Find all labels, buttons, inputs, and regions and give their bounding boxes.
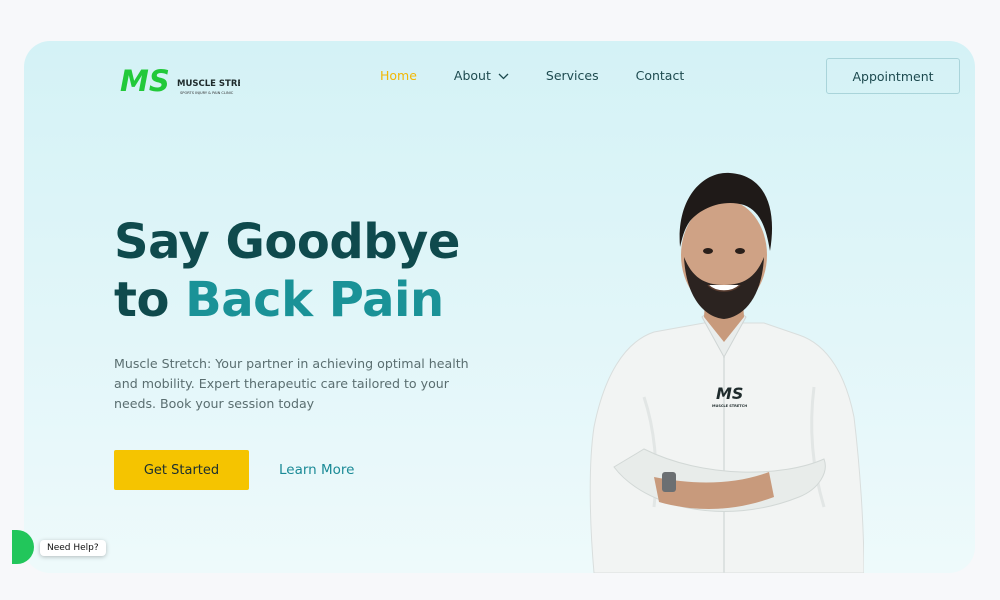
logo-name: MUSCLE STRETCH: [177, 79, 240, 89]
chevron-down-icon: [498, 73, 509, 79]
need-help-chip[interactable]: Need Help?: [40, 540, 106, 556]
nav-item-label: About: [453, 68, 491, 83]
hero-title-line1: Say Goodbye: [114, 214, 460, 270]
shirt-logo-name: MUSCLE STRETCH: [712, 404, 747, 408]
nav-item-label: Contact: [635, 68, 685, 83]
hero-title: Say Goodbye to Back Pain: [114, 213, 460, 329]
nav-item-label: Services: [545, 68, 599, 83]
hero-section: MS MUSCLE STRETCH SPORTS INJURY & PAIN C…: [24, 41, 975, 573]
get-started-button[interactable]: Get Started: [114, 450, 249, 490]
nav-item-label: Home: [380, 68, 417, 83]
main-nav: Home About Services Contact: [380, 68, 721, 84]
learn-more-link[interactable]: Learn More: [279, 462, 355, 478]
logo-letters: MS: [120, 64, 170, 97]
nav-item-home[interactable]: Home: [380, 68, 417, 84]
brand-logo[interactable]: MS MUSCLE STRETCH SPORTS INJURY & PAIN C…: [120, 63, 240, 97]
therapist-photo: MS MUSCLE STRETCH: [589, 172, 864, 573]
hero-title-prefix: to: [114, 272, 169, 328]
hero-title-accent: Back Pain: [185, 272, 444, 328]
nav-item-contact[interactable]: Contact: [636, 68, 685, 84]
nav-item-about[interactable]: About: [454, 68, 509, 84]
hero-description: Muscle Stretch: Your partner in achievin…: [114, 356, 469, 411]
nav-item-services[interactable]: Services: [546, 68, 599, 84]
logo-tagline: SPORTS INJURY & PAIN CLINIC: [180, 91, 234, 95]
shirt-logo: MS: [716, 384, 743, 403]
appointment-button[interactable]: Appointment: [826, 58, 960, 94]
